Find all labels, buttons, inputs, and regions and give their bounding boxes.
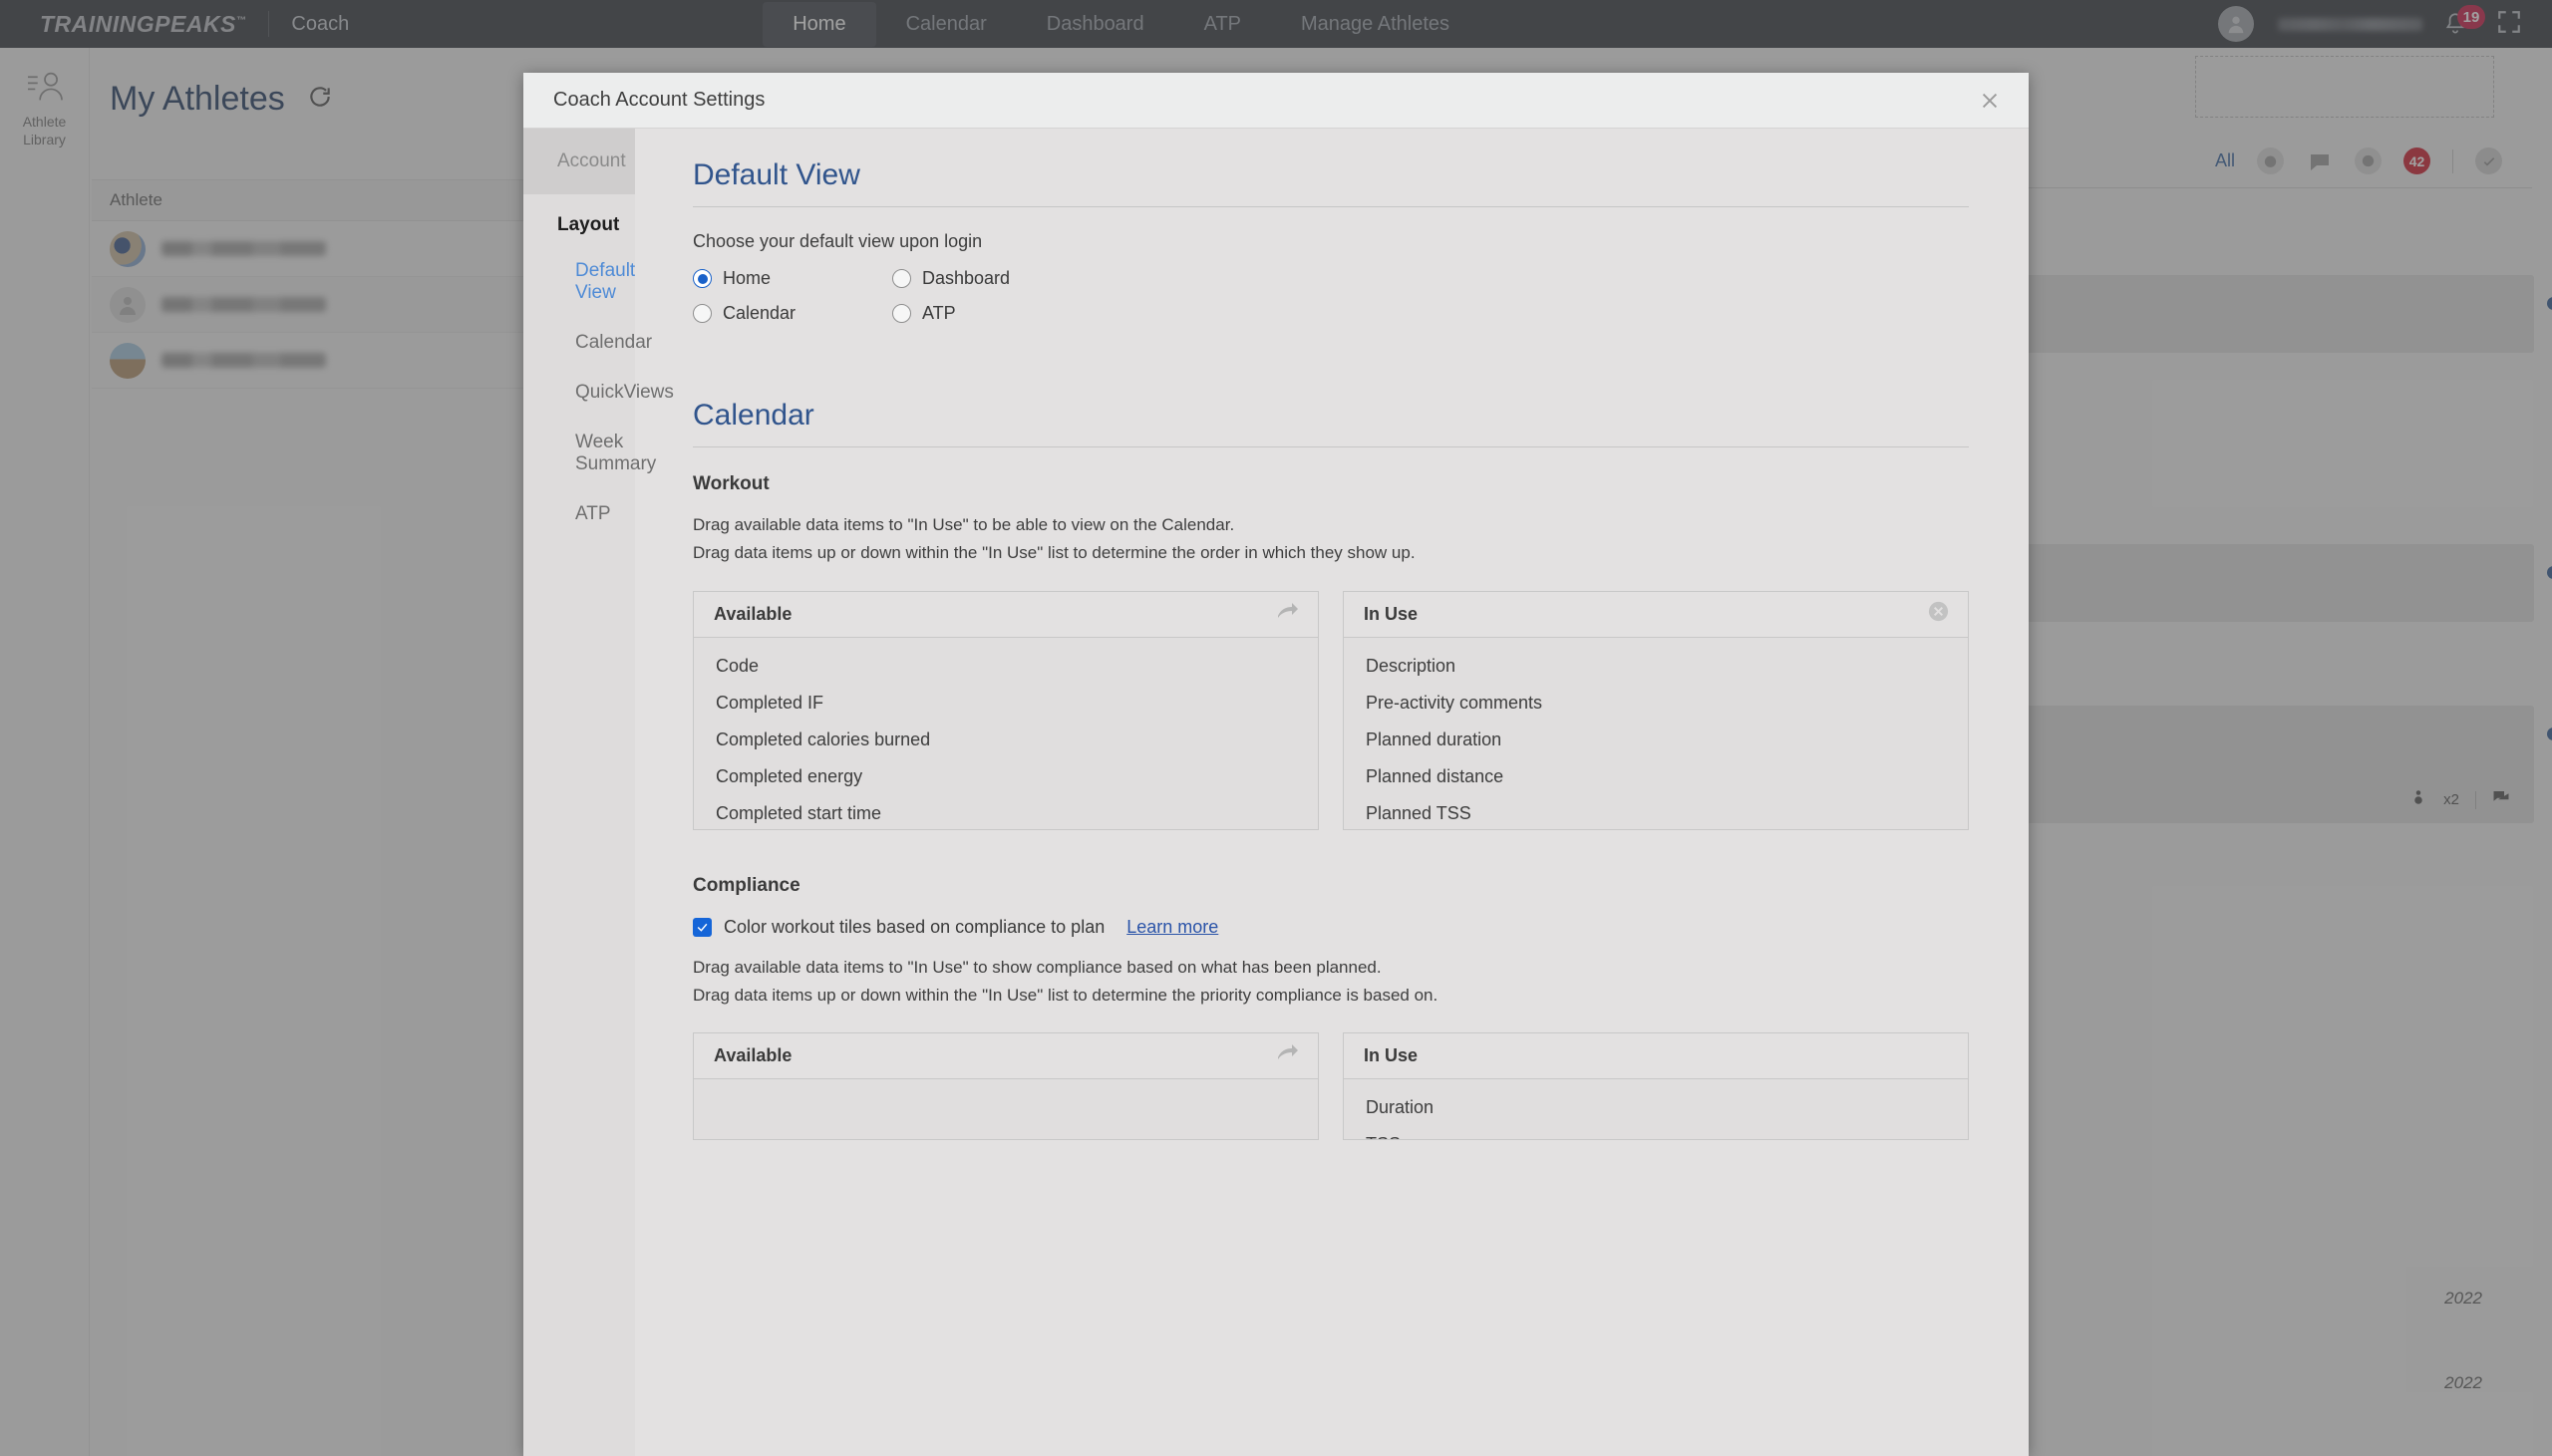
- radio-option-dashboard[interactable]: Dashboard: [892, 268, 1969, 289]
- radio-button-atp[interactable]: [892, 304, 911, 323]
- list-item[interactable]: Completed energy: [694, 758, 1318, 795]
- list-item[interactable]: Completed calories burned: [694, 722, 1318, 758]
- compliance-hint-1: Drag available data items to "In Use" to…: [693, 957, 1382, 977]
- inuse-title: In Use: [1364, 1045, 1419, 1066]
- sidebar-group-layout[interactable]: Layout: [523, 194, 635, 246]
- available-items: [694, 1079, 1318, 1139]
- list-item[interactable]: TSS: [1344, 1126, 1968, 1139]
- compliance-hint-2: Drag data items up or down within the "I…: [693, 986, 1438, 1006]
- modal-sidebar: Account Layout Default View Calendar Qui…: [523, 129, 674, 1456]
- compliance-checkbox[interactable]: [693, 917, 712, 937]
- inuse-items: Description Pre-activity comments Planne…: [1344, 638, 1968, 829]
- radio-button-calendar[interactable]: [693, 304, 712, 323]
- modal-content: Default View Choose your default view up…: [635, 129, 2029, 1456]
- list-item[interactable]: Completed IF: [694, 685, 1318, 722]
- list-item[interactable]: Duration: [1344, 1089, 1968, 1126]
- list-item[interactable]: Planned distance: [1344, 758, 1968, 795]
- available-title: Available: [714, 1045, 793, 1066]
- inuse-items: Duration TSS Distance: [1344, 1079, 1968, 1139]
- workout-hint-2: Drag data items up or down within the "I…: [693, 543, 1416, 563]
- sidebar-item-calendar[interactable]: Calendar: [523, 318, 652, 368]
- workout-dual-lists: Available Code Completed IF Completed ca…: [693, 590, 1969, 830]
- default-view-radio-group: Home Dashboard Calendar ATP: [693, 268, 1969, 324]
- compliance-checkbox-row[interactable]: Color workout tiles based on compliance …: [693, 917, 1969, 938]
- modal-header: Coach Account Settings: [523, 73, 2029, 129]
- radio-button-dashboard[interactable]: [892, 269, 911, 288]
- radio-option-calendar[interactable]: Calendar: [693, 303, 892, 324]
- list-item[interactable]: Planned duration: [1344, 722, 1968, 758]
- sidebar-item-default-view[interactable]: Default View: [523, 246, 635, 318]
- radio-option-home[interactable]: Home: [693, 268, 892, 289]
- workout-inuse-list[interactable]: In Use Description Pre-activity comments…: [1343, 590, 1969, 830]
- list-item[interactable]: Planned TSS: [1344, 795, 1968, 829]
- modal-body: Account Layout Default View Calendar Qui…: [523, 129, 2029, 1456]
- compliance-available-list[interactable]: Available: [693, 1032, 1319, 1141]
- calendar-heading: Calendar: [693, 399, 1969, 447]
- workout-hint-1: Drag available data items to "In Use" to…: [693, 515, 1235, 534]
- list-header: Available: [694, 1033, 1318, 1080]
- list-item[interactable]: Completed start time: [694, 795, 1318, 829]
- available-items: Code Completed IF Completed calories bur…: [694, 638, 1318, 829]
- workout-subheading: Workout: [693, 473, 770, 494]
- sidebar-item-account[interactable]: Account: [523, 129, 635, 194]
- sidebar-item-atp[interactable]: ATP: [523, 489, 635, 539]
- compliance-checkbox-label: Color workout tiles based on compliance …: [724, 916, 1106, 937]
- coach-account-settings-modal: Coach Account Settings Account Layout De…: [523, 73, 2029, 1456]
- move-all-right-icon[interactable]: [1276, 602, 1300, 627]
- list-item[interactable]: Code: [694, 648, 1318, 685]
- default-view-lead: Choose your default view upon login: [693, 231, 983, 251]
- available-title: Available: [714, 603, 793, 624]
- radio-label-calendar: Calendar: [723, 303, 797, 323]
- sidebar-item-quickviews[interactable]: QuickViews: [523, 368, 674, 418]
- compliance-subheading: Compliance: [693, 874, 800, 896]
- default-view-heading: Default View: [693, 158, 1969, 207]
- radio-option-atp[interactable]: ATP: [892, 303, 1969, 324]
- workout-available-list[interactable]: Available Code Completed IF Completed ca…: [693, 590, 1319, 830]
- radio-label-home: Home: [723, 268, 772, 288]
- radio-label-atp: ATP: [922, 303, 956, 323]
- radio-button-home[interactable]: [693, 269, 712, 288]
- close-icon[interactable]: [1973, 84, 2007, 118]
- radio-label-dashboard: Dashboard: [922, 268, 1011, 288]
- list-header: In Use: [1344, 1033, 1968, 1080]
- compliance-dual-lists: Available In Use Duration TSS Distanc: [693, 1032, 1969, 1141]
- clear-all-icon[interactable]: [1927, 600, 1950, 628]
- list-header: Available: [694, 591, 1318, 638]
- inuse-title: In Use: [1364, 603, 1419, 624]
- list-header: In Use: [1344, 591, 1968, 638]
- list-item[interactable]: Description: [1344, 648, 1968, 685]
- modal-title: Coach Account Settings: [553, 89, 766, 111]
- sidebar-item-week-summary[interactable]: Week Summary: [523, 418, 656, 489]
- compliance-inuse-list[interactable]: In Use Duration TSS Distance: [1343, 1032, 1969, 1141]
- learn-more-link[interactable]: Learn more: [1126, 917, 1218, 938]
- list-item[interactable]: Pre-activity comments: [1344, 685, 1968, 722]
- move-all-right-icon[interactable]: [1276, 1043, 1300, 1068]
